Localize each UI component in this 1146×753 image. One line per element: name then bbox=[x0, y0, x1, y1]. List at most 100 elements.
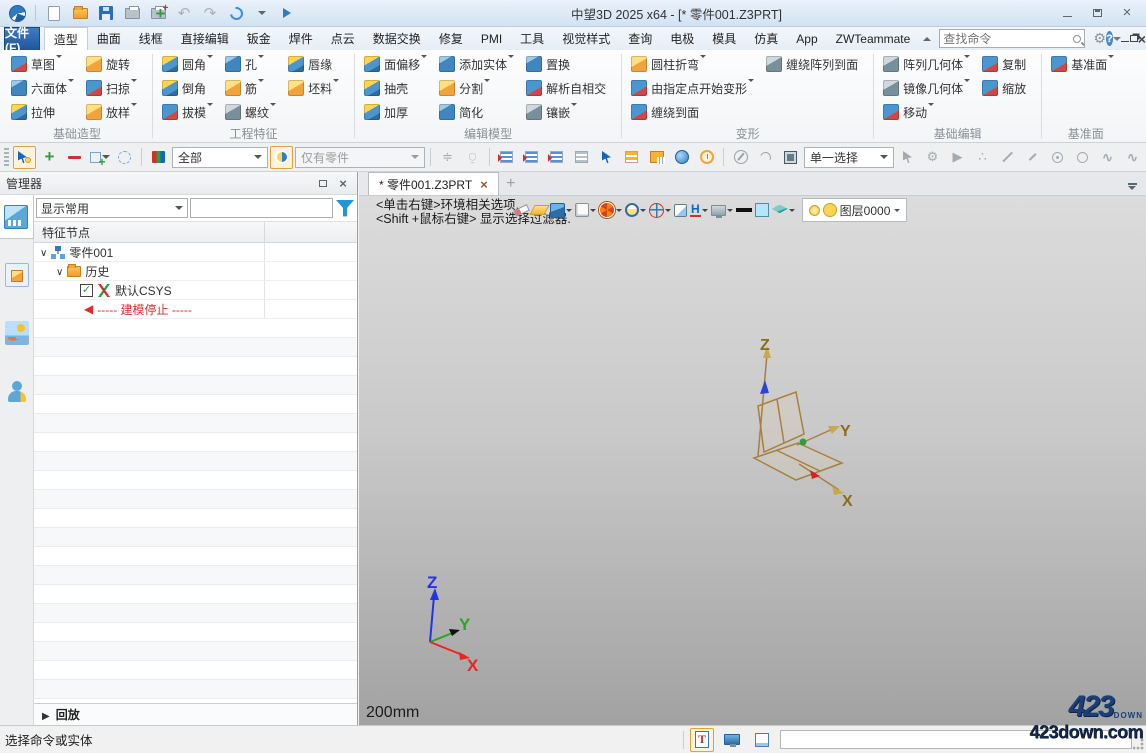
ribbon-item-revolve[interactable]: 旋转 bbox=[83, 52, 140, 76]
tab-wireframe[interactable]: 线框 bbox=[130, 27, 172, 50]
panel-close-button[interactable] bbox=[335, 176, 351, 190]
command-search-input[interactable] bbox=[943, 32, 1073, 46]
ribbon-item-lip[interactable]: 唇缘 bbox=[285, 52, 342, 76]
help-dropdown[interactable] bbox=[1113, 30, 1121, 47]
playback-header[interactable]: 回放 bbox=[34, 703, 357, 725]
modeling-stop-marker[interactable]: ----- 建模停止 ----- bbox=[34, 300, 357, 319]
tab-pmi[interactable]: PMI bbox=[472, 27, 511, 50]
curve2-pick-button[interactable]: ∿ bbox=[1121, 146, 1144, 169]
graphics-canvas[interactable]: <单击右键>环境相关选项. <Shift +鼠标右键> 显示选择过滤器. bbox=[359, 196, 1146, 725]
manager-tab-history[interactable] bbox=[0, 195, 34, 239]
delete-button[interactable] bbox=[514, 207, 529, 214]
tab-direct-edit[interactable]: 直接编辑 bbox=[172, 27, 238, 50]
tab-shape[interactable]: 造型 bbox=[44, 27, 88, 50]
file-table-button[interactable] bbox=[645, 146, 668, 169]
tree-node-history[interactable]: 历史 bbox=[34, 262, 357, 281]
shaded-display-button[interactable] bbox=[550, 203, 572, 218]
checkbox-checked-icon[interactable] bbox=[80, 284, 93, 297]
fullscreen-button[interactable] bbox=[674, 204, 687, 217]
tab-app[interactable]: App bbox=[787, 27, 826, 50]
maximize-button[interactable] bbox=[1084, 4, 1110, 22]
circle-pick-button[interactable] bbox=[1071, 146, 1094, 169]
color-filter-button[interactable] bbox=[147, 146, 170, 169]
ribbon-item-box[interactable]: 六面体 bbox=[8, 76, 77, 100]
doc-minimize-button[interactable] bbox=[1121, 30, 1129, 47]
tree-node-csys[interactable]: 默认CSYS bbox=[34, 281, 357, 300]
wireframe-display-button[interactable] bbox=[575, 203, 596, 217]
tab-weldment[interactable]: 焊件 bbox=[280, 27, 322, 50]
pick-mode-select[interactable]: 单一选择 bbox=[804, 147, 894, 168]
tab-data-exchange[interactable]: 数据交换 bbox=[364, 27, 430, 50]
ribbon-item-inlay[interactable]: 镶嵌 bbox=[523, 100, 609, 124]
part-filter-select[interactable]: 仅有零件 bbox=[295, 147, 425, 168]
replay-button[interactable]: ▶ bbox=[946, 146, 969, 169]
user-filter-button[interactable]: ⍜ bbox=[461, 146, 484, 169]
ribbon-item-cylindrical-bend[interactable]: 圆柱折弯 bbox=[628, 52, 757, 76]
show-mode-select[interactable]: 显示常用 bbox=[36, 198, 188, 218]
feature-filter-input[interactable] bbox=[190, 198, 333, 218]
output-window-button[interactable] bbox=[750, 728, 774, 752]
regen-button[interactable] bbox=[225, 3, 247, 24]
new-tab-button[interactable] bbox=[499, 172, 523, 195]
ribbon-item-pattern-geometry[interactable]: 阵列几何体 bbox=[880, 52, 973, 76]
display-mode-button[interactable] bbox=[711, 205, 733, 216]
ribbon-item-add-shape[interactable]: 添加实体 bbox=[436, 52, 517, 76]
ribbon-item-draft[interactable]: 拔模 bbox=[159, 100, 216, 124]
point-cloud-pick-button[interactable]: ∴ bbox=[971, 146, 994, 169]
window-pick-button[interactable] bbox=[88, 146, 111, 169]
panel-restore-button[interactable] bbox=[315, 176, 331, 190]
play-button[interactable] bbox=[277, 3, 299, 24]
remove-pick-button[interactable] bbox=[63, 146, 86, 169]
open-file-button[interactable] bbox=[69, 3, 91, 24]
ribbon-item-mirror-geometry[interactable]: 镜像几何体 bbox=[880, 76, 973, 100]
target-orient-button[interactable] bbox=[649, 203, 671, 218]
pick-list-face-button[interactable] bbox=[520, 146, 543, 169]
entity-filter-select[interactable]: 全部 bbox=[172, 147, 268, 168]
manager-tab-role[interactable] bbox=[0, 369, 34, 413]
canvas-frame-button[interactable] bbox=[779, 146, 802, 169]
curve-hook-button[interactable] bbox=[754, 146, 777, 169]
layer-select[interactable]: 图层0000 bbox=[802, 198, 908, 222]
ribbon-item-wrap-pattern-to-face[interactable]: 缠绕阵列到面 bbox=[763, 52, 861, 76]
ribbon-item-thread[interactable]: 螺纹 bbox=[222, 100, 279, 124]
print-button[interactable] bbox=[121, 3, 143, 24]
tab-point-cloud[interactable]: 点云 bbox=[322, 27, 364, 50]
minimize-button[interactable] bbox=[1054, 4, 1080, 22]
default-csys-graphic[interactable]: Z Y X bbox=[736, 334, 876, 509]
help-button[interactable] bbox=[1106, 31, 1113, 46]
tab-repair[interactable]: 修复 bbox=[430, 27, 472, 50]
inquire-settings-button[interactable]: ⚙ bbox=[921, 146, 944, 169]
ribbon-item-divide[interactable]: 分割 bbox=[436, 76, 517, 100]
history-filter-button[interactable]: ≑ bbox=[436, 146, 459, 169]
tab-list-button[interactable] bbox=[1128, 183, 1138, 191]
tab-inquire[interactable]: 查询 bbox=[619, 27, 661, 50]
manager-tab-render[interactable] bbox=[0, 311, 34, 355]
pick-list-edge-button[interactable] bbox=[545, 146, 568, 169]
circle-center-pick-button[interactable] bbox=[1046, 146, 1069, 169]
settings-button[interactable]: ⚙ bbox=[1093, 30, 1106, 47]
ribbon-item-thicken[interactable]: 加厚 bbox=[361, 100, 430, 124]
compass-button[interactable] bbox=[729, 146, 752, 169]
dimension-button[interactable] bbox=[690, 204, 708, 217]
inquire-cursor-button[interactable] bbox=[896, 146, 919, 169]
ribbon-item-extrude[interactable]: 拉伸 bbox=[8, 100, 77, 124]
ribbon-item-datum-plane[interactable]: 基准面 bbox=[1048, 52, 1117, 76]
ribbon-item-sweep[interactable]: 扫掠 bbox=[83, 76, 140, 100]
file-menu-button[interactable]: 文件(F) bbox=[4, 27, 40, 50]
tab-mold[interactable]: 模具 bbox=[703, 27, 745, 50]
ribbon-item-loft[interactable]: 放样 bbox=[83, 100, 140, 124]
pick-arrow-button[interactable] bbox=[595, 146, 618, 169]
tab-visual-style[interactable]: 视觉样式 bbox=[553, 27, 619, 50]
tab-zwteammate[interactable]: ZWTeammate bbox=[827, 27, 920, 50]
tab-surface[interactable]: 曲面 bbox=[88, 27, 130, 50]
ribbon-item-simplify[interactable]: 简化 bbox=[436, 100, 517, 124]
ribbon-item-hole[interactable]: 孔 bbox=[222, 52, 279, 76]
spline-pick-button[interactable]: ∿ bbox=[1096, 146, 1119, 169]
collapse-ribbon-icon[interactable] bbox=[923, 33, 931, 41]
tab-close-icon[interactable] bbox=[480, 177, 488, 192]
pick-list-gray-button[interactable] bbox=[570, 146, 593, 169]
ribbon-item-wrap-to-face[interactable]: 缠绕到面 bbox=[628, 100, 757, 124]
line-style-button[interactable] bbox=[736, 208, 752, 212]
tab-sheet-metal[interactable]: 钣金 bbox=[238, 27, 280, 50]
tab-electrode[interactable]: 电极 bbox=[661, 27, 703, 50]
